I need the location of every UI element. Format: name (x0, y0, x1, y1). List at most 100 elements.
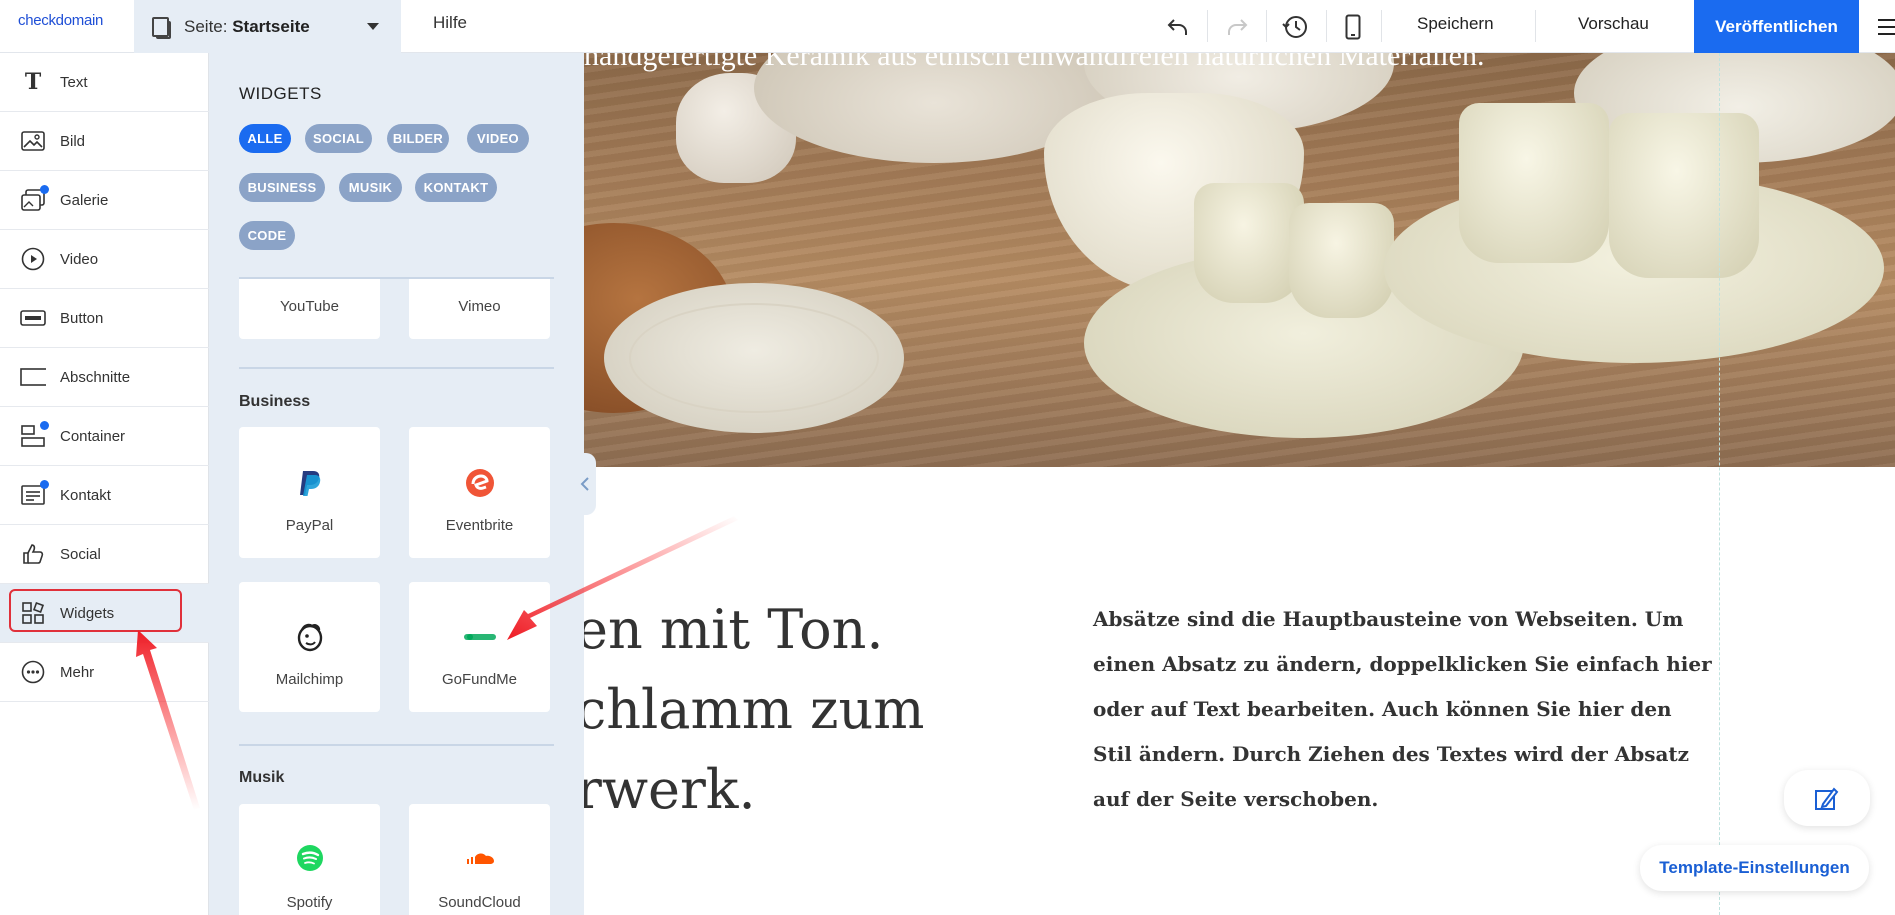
toolbar-divider (1326, 10, 1327, 42)
tool-gallery[interactable]: Galerie (0, 171, 209, 230)
app-logo[interactable]: checkdomain (18, 12, 103, 29)
tool-text[interactable]: T Text (0, 53, 209, 112)
mobile-preview-icon[interactable] (1336, 10, 1370, 44)
help-link[interactable]: Hilfe (433, 13, 467, 33)
section-title-business: Business (239, 393, 311, 410)
layout-guide-line (1719, 53, 1720, 915)
text-icon: T (24, 69, 42, 95)
widget-card-mailchimp[interactable]: Mailchimp (239, 582, 380, 712)
page-selector-label: Seite: Startseite (184, 17, 310, 37)
tool-label: Mehr (60, 663, 95, 681)
widgets-highlight-box (9, 589, 182, 632)
image-icon (20, 128, 46, 154)
panel-divider (239, 744, 554, 746)
filter-chip-code[interactable]: CODE (239, 221, 295, 250)
widget-card-label: GoFundMe (441, 671, 518, 688)
toolbar-divider (1535, 10, 1536, 42)
hero-image[interactable]: handgefertigte Keramik aus ethisch einwa… (584, 53, 1895, 467)
page-selector-name: Startseite (232, 16, 310, 36)
tool-label: Social (60, 545, 101, 563)
filter-chip-all[interactable]: ALLE (239, 124, 291, 153)
paypal-icon (298, 469, 322, 502)
tool-label: Text (60, 73, 88, 91)
filter-chip-business[interactable]: BUSINESS (239, 173, 325, 202)
hero-caption[interactable]: handgefertigte Keramik aus ethisch einwa… (584, 53, 1484, 73)
heading-line-3[interactable]: rwerk. (576, 758, 756, 821)
page-selector-prefix: Seite: (184, 16, 233, 36)
widget-card-youtube[interactable]: YouTube (239, 279, 380, 339)
tool-contact[interactable]: Kontakt (0, 466, 209, 525)
tool-video[interactable]: Video (0, 230, 209, 289)
widgets-panel: WIDGETS ALLE SOCIAL BILDER VIDEO BUSINES… (209, 53, 584, 915)
toolbar-divider (1266, 10, 1267, 42)
widget-card-soundcloud[interactable]: SoundCloud (409, 804, 550, 915)
panel-title: WIDGETS (239, 84, 322, 103)
filter-chip-music[interactable]: MUSIK (339, 173, 402, 202)
filter-chip-video[interactable]: VIDEO (467, 124, 529, 153)
publish-button[interactable]: Veröffentlichen (1694, 0, 1859, 53)
video-icon (20, 246, 46, 272)
chevron-left-icon (580, 477, 589, 491)
new-badge (40, 421, 49, 430)
tool-more[interactable]: Mehr (0, 643, 209, 702)
soundcloud-icon (465, 851, 495, 870)
filter-chip-images[interactable]: BILDER (387, 124, 449, 153)
new-badge (40, 480, 49, 489)
heading-line-2[interactable]: chlamm zum (576, 678, 925, 741)
redo-icon[interactable] (1220, 10, 1254, 44)
menu-icon[interactable] (1878, 19, 1895, 35)
element-toolbar: T Text Bild Galerie Video Button Abschni… (0, 53, 209, 915)
panel-divider (239, 367, 554, 369)
top-toolbar: checkdomain Seite: Startseite Hilfe Spei… (0, 0, 1895, 53)
tool-label: Bild (60, 132, 86, 150)
history-icon[interactable] (1278, 10, 1312, 44)
page-selector[interactable]: Seite: Startseite (134, 0, 401, 53)
save-button[interactable]: Speichern (1417, 14, 1494, 34)
widget-card-label: Mailchimp (275, 671, 344, 688)
tool-social[interactable]: Social (0, 525, 209, 584)
widget-card-paypal[interactable]: PayPal (239, 427, 380, 558)
heading-line-1[interactable]: en mit Ton. (576, 598, 884, 661)
widget-card-label: SoundCloud (438, 894, 521, 911)
gallery-icon (20, 185, 49, 213)
tool-container[interactable]: Container (0, 407, 209, 466)
pages-icon (152, 16, 171, 39)
widget-card-label: Spotify (286, 894, 333, 911)
tool-label: Video (60, 250, 99, 268)
section-icon (20, 364, 46, 390)
preview-button[interactable]: Vorschau (1578, 14, 1649, 34)
tool-label: Galerie (60, 191, 109, 209)
tool-button[interactable]: Button (0, 289, 209, 348)
filter-chip-social[interactable]: SOCIAL (305, 124, 372, 153)
container-icon (20, 421, 49, 449)
widget-card-gofundme[interactable]: GoFundMe (409, 582, 550, 712)
widget-card-vimeo[interactable]: Vimeo (409, 279, 550, 339)
tool-label: Container (60, 427, 126, 445)
widget-card-label: Eventbrite (445, 517, 514, 534)
contact-icon (20, 480, 49, 508)
design-edit-button[interactable] (1784, 770, 1870, 826)
undo-icon[interactable] (1161, 10, 1195, 44)
spotify-icon (296, 844, 324, 877)
design-edit-icon (1815, 787, 1839, 810)
template-settings-button[interactable]: Template-Einstellungen (1640, 845, 1869, 891)
tool-sections[interactable]: Abschnitte (0, 348, 209, 407)
paragraph-text[interactable]: Absätze sind die Hauptbausteine von Webs… (1093, 597, 1713, 822)
tool-image[interactable]: Bild (0, 112, 209, 171)
more-icon (20, 659, 46, 685)
toolbar-divider (1207, 10, 1208, 42)
widget-card-spotify[interactable]: Spotify (239, 804, 380, 915)
widget-card-eventbrite[interactable]: Eventbrite (409, 427, 550, 558)
new-badge (40, 185, 49, 194)
widget-card-label: PayPal (285, 517, 334, 534)
widget-card-label: YouTube (280, 298, 339, 315)
filter-chip-contact[interactable]: KONTAKT (415, 173, 497, 202)
thumbs-up-icon (20, 541, 46, 567)
eventbrite-icon (465, 468, 495, 503)
panel-collapse-toggle[interactable] (574, 453, 596, 515)
tool-label: Button (60, 309, 104, 327)
mailchimp-icon (296, 622, 324, 657)
widget-card-label: Vimeo (458, 298, 501, 315)
gofundme-icon (463, 630, 496, 648)
toolbar-divider (1381, 10, 1382, 42)
